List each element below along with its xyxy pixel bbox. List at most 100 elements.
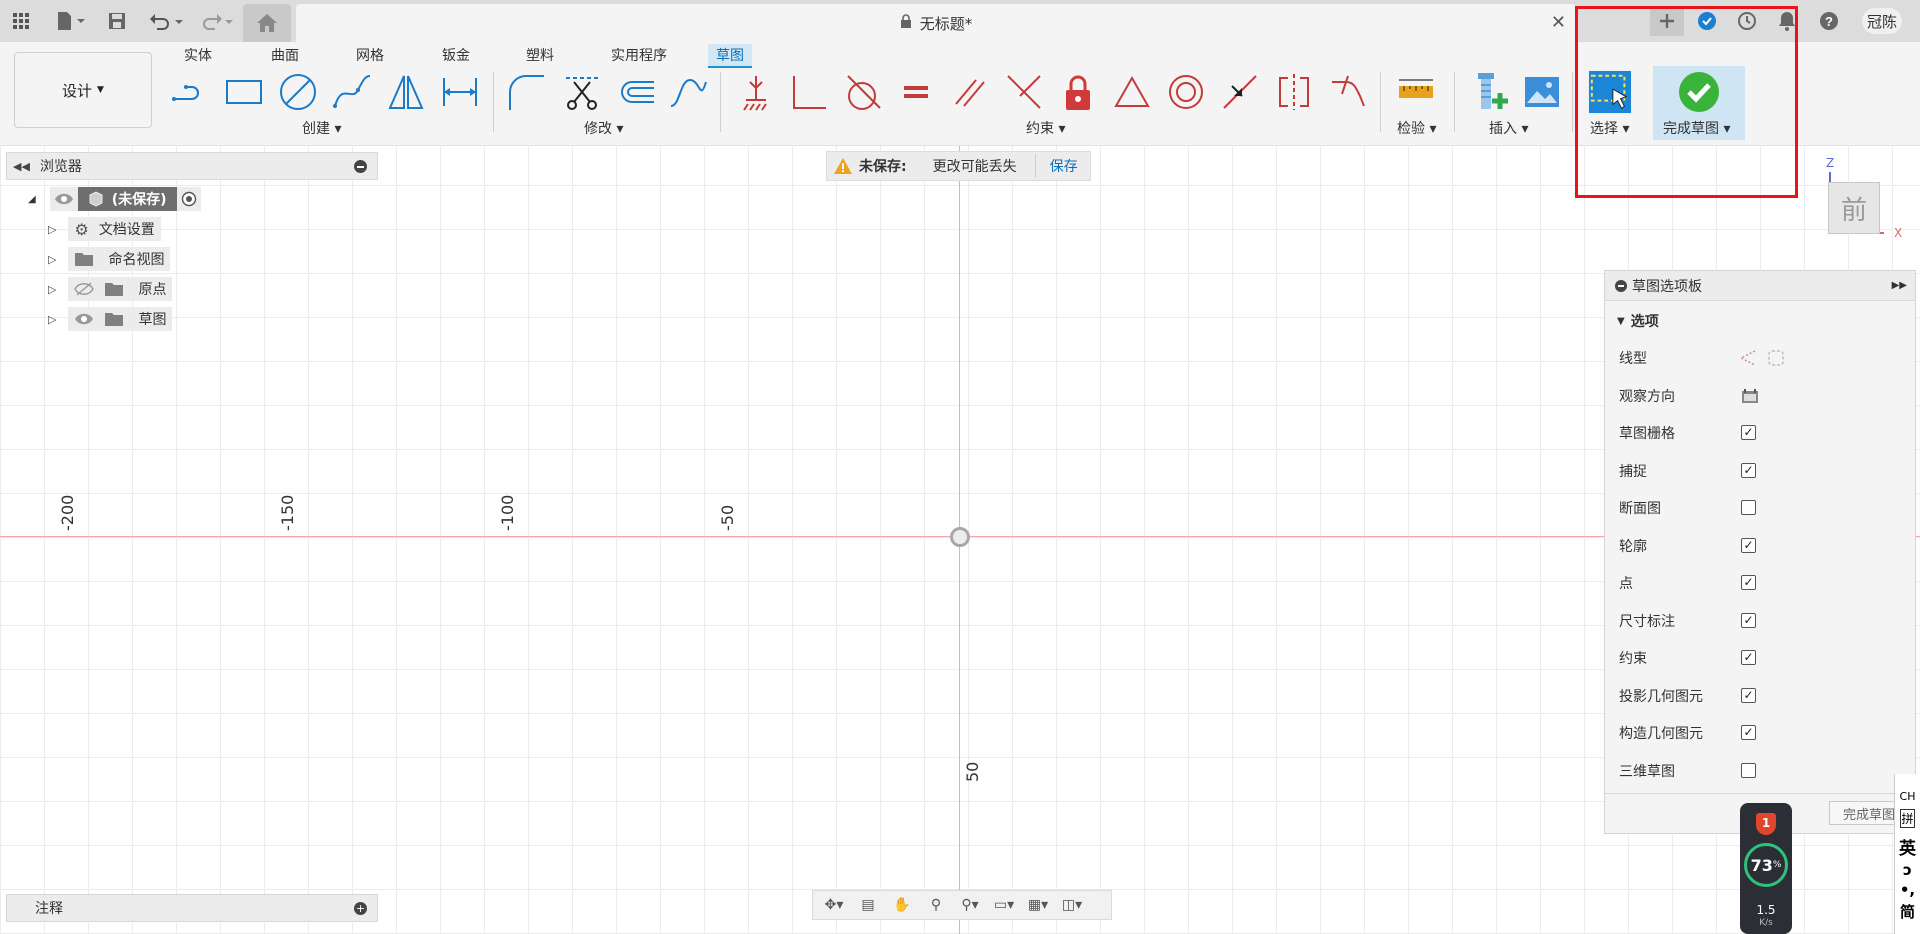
browser-panel-header[interactable]: ◀◀ 浏览器 bbox=[6, 152, 378, 180]
tab-sheet-metal[interactable]: 钣金 bbox=[434, 44, 478, 68]
zoom-icon[interactable]: ⚲ bbox=[921, 893, 951, 917]
option-profile[interactable]: 轮廓 ✓ bbox=[1619, 536, 1756, 556]
browser-item-named-views[interactable]: ▷ 命名视图 bbox=[48, 247, 171, 271]
snap-checkbox[interactable]: ✓ bbox=[1741, 463, 1756, 478]
workspace-switcher[interactable]: 设计 ▼ bbox=[14, 52, 152, 128]
group-insert[interactable]: 插入 ▾ bbox=[1489, 118, 1528, 138]
document-tab[interactable]: 无标题* ✕ bbox=[296, 4, 1576, 42]
sketch-palette-header[interactable]: 草图选项板 ▶▶ bbox=[1605, 271, 1915, 301]
browser-root[interactable]: ◢ (未保存) bbox=[28, 187, 201, 211]
option-projected-geometry[interactable]: 投影几何图元 ✓ bbox=[1619, 686, 1756, 706]
grid-settings-icon[interactable]: ▦▾ bbox=[1023, 893, 1053, 917]
option-slice[interactable]: 断面图 bbox=[1619, 498, 1756, 518]
select-icon[interactable] bbox=[1588, 70, 1632, 114]
construction-geometry-checkbox[interactable]: ✓ bbox=[1741, 725, 1756, 740]
extensions-icon[interactable] bbox=[1694, 8, 1720, 34]
look-at-icon[interactable]: ▤ bbox=[853, 893, 883, 917]
visibility-eye-icon[interactable] bbox=[49, 187, 78, 211]
equal-icon[interactable] bbox=[894, 70, 938, 114]
apps-grid-icon[interactable] bbox=[8, 8, 34, 34]
points-checkbox[interactable]: ✓ bbox=[1741, 575, 1756, 590]
group-inspect[interactable]: 检验 ▾ bbox=[1397, 118, 1436, 138]
group-finish[interactable]: 完成草图 ▾ bbox=[1663, 118, 1730, 138]
construction-line-icon[interactable] bbox=[1739, 349, 1757, 367]
sketch-grid-checkbox[interactable]: ✓ bbox=[1741, 425, 1756, 440]
mirror-tool-icon[interactable] bbox=[384, 70, 428, 114]
look-at-icon[interactable] bbox=[1741, 388, 1759, 404]
expand-triangle-icon[interactable]: ▷ bbox=[48, 283, 56, 296]
offset-tool-icon[interactable] bbox=[614, 70, 658, 114]
triangle-constraint-icon[interactable] bbox=[1110, 70, 1154, 114]
visibility-eye-icon[interactable] bbox=[74, 312, 94, 326]
finish-sketch-icon[interactable] bbox=[1677, 70, 1721, 114]
tab-plastic[interactable]: 塑料 bbox=[518, 44, 562, 68]
expand-icon[interactable]: ◢ bbox=[28, 194, 36, 205]
ime-language[interactable]: CH bbox=[1900, 790, 1916, 803]
viewcube[interactable]: 前 bbox=[1828, 182, 1880, 234]
display-settings-icon[interactable]: ▭▾ bbox=[989, 893, 1019, 917]
insert-mcmaster-icon[interactable] bbox=[1468, 70, 1512, 114]
tab-mesh[interactable]: 网格 bbox=[348, 44, 392, 68]
group-select[interactable]: 选择 ▾ bbox=[1590, 118, 1629, 138]
pan-hand-icon[interactable]: ✋ bbox=[887, 893, 917, 917]
file-icon[interactable] bbox=[50, 8, 90, 34]
centerline-icon[interactable] bbox=[1767, 349, 1785, 367]
group-create[interactable]: 创建 ▾ bbox=[302, 118, 341, 138]
activate-radio-icon[interactable] bbox=[176, 187, 201, 211]
symmetry-icon[interactable] bbox=[1272, 70, 1316, 114]
option-dimensions[interactable]: 尺寸标注 ✓ bbox=[1619, 611, 1756, 631]
ime-toolbar[interactable]: CH 拼 英 ɔ •, 简 bbox=[1894, 774, 1920, 934]
group-modify[interactable]: 修改 ▾ bbox=[584, 118, 623, 138]
midpoint-icon[interactable] bbox=[1218, 70, 1262, 114]
tab-sketch[interactable]: 草图 bbox=[708, 44, 752, 68]
dimensions-checkbox[interactable]: ✓ bbox=[1741, 613, 1756, 628]
measure-icon[interactable] bbox=[1394, 70, 1438, 114]
option-sketch-grid[interactable]: 草图栅格 ✓ bbox=[1619, 423, 1756, 443]
browser-item-sketches[interactable]: ▷ 草图 bbox=[48, 307, 173, 331]
undo-icon[interactable] bbox=[146, 8, 186, 34]
perpendicular-icon[interactable] bbox=[786, 70, 830, 114]
sketch-scale-icon[interactable] bbox=[666, 70, 710, 114]
home-icon[interactable] bbox=[243, 4, 291, 42]
rectangle-tool-icon[interactable] bbox=[222, 70, 266, 114]
browser-item-origin[interactable]: ▷ 原点 bbox=[48, 277, 173, 301]
profile-checkbox[interactable]: ✓ bbox=[1741, 538, 1756, 553]
new-tab-icon[interactable] bbox=[1650, 6, 1684, 36]
line-tool-icon[interactable] bbox=[168, 70, 212, 114]
job-status-icon[interactable] bbox=[1734, 8, 1760, 34]
fillet-tool-icon[interactable] bbox=[504, 70, 548, 114]
expand-triangle-icon[interactable]: ▷ bbox=[48, 313, 56, 326]
redo-icon[interactable] bbox=[196, 8, 236, 34]
user-avatar[interactable]: 冠陈 bbox=[1862, 8, 1902, 34]
option-3d-sketch[interactable]: 三维草图 bbox=[1619, 761, 1756, 781]
save-icon[interactable] bbox=[104, 8, 130, 34]
slice-checkbox[interactable] bbox=[1741, 500, 1756, 515]
ime-english[interactable]: 英 bbox=[1899, 834, 1916, 859]
save-link[interactable]: 保存 bbox=[1050, 156, 1078, 176]
notifications-icon[interactable] bbox=[1774, 8, 1800, 34]
component-root-chip[interactable]: (未保存) bbox=[77, 187, 177, 211]
collapse-left-icon[interactable]: ◀◀ bbox=[13, 160, 30, 173]
group-constraints[interactable]: 约束 ▾ bbox=[1026, 118, 1065, 138]
curvature-icon[interactable] bbox=[1326, 70, 1370, 114]
option-snap[interactable]: 捕捉 ✓ bbox=[1619, 461, 1756, 481]
insert-canvas-icon[interactable] bbox=[1520, 70, 1564, 114]
circle-tool-icon[interactable] bbox=[276, 70, 320, 114]
tab-surface[interactable]: 曲面 bbox=[263, 44, 307, 68]
viewports-icon[interactable]: ◫▾ bbox=[1057, 893, 1087, 917]
minus-circle-icon[interactable] bbox=[354, 160, 367, 173]
ime-mode[interactable]: 拼 bbox=[1900, 809, 1915, 828]
fix-constraint-icon[interactable] bbox=[734, 70, 778, 114]
visibility-hidden-icon[interactable] bbox=[74, 282, 95, 296]
ime-simplified[interactable]: 简 bbox=[1900, 901, 1915, 922]
option-construction-geometry[interactable]: 构造几何图元 ✓ bbox=[1619, 723, 1756, 743]
dimension-tool-icon[interactable] bbox=[438, 70, 482, 114]
plus-circle-icon[interactable]: + bbox=[354, 902, 367, 915]
constraints-checkbox[interactable]: ✓ bbox=[1741, 650, 1756, 665]
lock-constraint-icon[interactable] bbox=[1056, 70, 1100, 114]
trim-tool-icon[interactable] bbox=[560, 70, 604, 114]
performance-widget[interactable]: 1 73% 1.5 K/s bbox=[1740, 803, 1792, 934]
tab-solid[interactable]: 实体 bbox=[176, 44, 220, 68]
annotations-panel[interactable]: 注释 + bbox=[6, 894, 378, 922]
close-icon[interactable]: ✕ bbox=[1551, 12, 1566, 33]
